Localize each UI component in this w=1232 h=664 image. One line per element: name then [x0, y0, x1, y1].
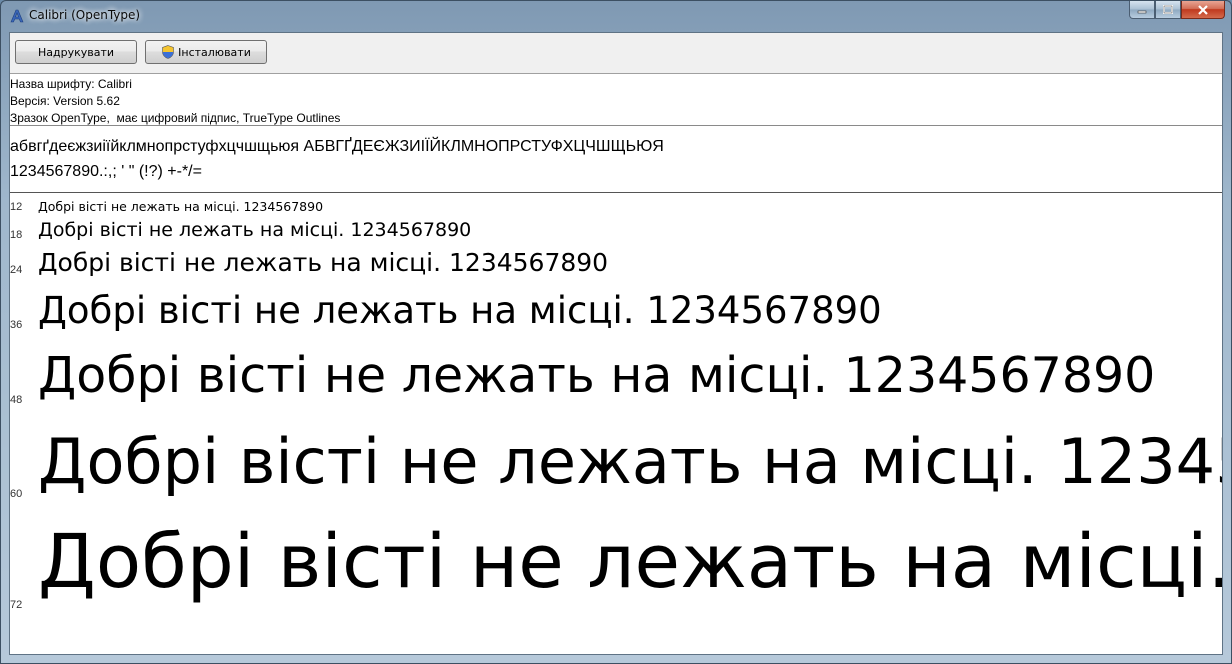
- maximize-icon: [1163, 5, 1173, 14]
- maximize-button[interactable]: [1155, 1, 1181, 19]
- font-type-line: Зразок OpenType, має цифровий підпис, Tr…: [10, 111, 341, 125]
- sample-size-label: 36: [10, 319, 23, 331]
- sample-size-label: 24: [10, 264, 23, 276]
- print-button[interactable]: Надрукувати: [15, 40, 137, 64]
- font-file-icon: [10, 9, 24, 23]
- sample-size-label: 60: [10, 488, 23, 500]
- caption-buttons: [1129, 1, 1225, 21]
- font-version-line: Версія: Version 5.62: [10, 94, 120, 108]
- install-button[interactable]: Інсталювати: [145, 40, 267, 64]
- font-name-line: Назва шрифту: Calibri: [10, 77, 132, 91]
- toolbar: Надрукувати Інсталювати: [10, 33, 1222, 73]
- character-set-section: абвгґдеєжзиіїйклмнопрстуфхцчшщьюя АБВГҐД…: [10, 126, 1222, 193]
- title-bar[interactable]: Calibri (OpenType): [1, 1, 1231, 31]
- charset-digits-symbols: 1234567890.:,; ' " (!?) +-*/=: [10, 163, 202, 180]
- sample-text: Добрі вісті не лежать на місці. 12345678…: [38, 289, 882, 332]
- close-icon: [1198, 4, 1208, 15]
- close-button[interactable]: [1181, 1, 1225, 19]
- window-frame: Calibri (OpenType) Надрукувати Інсталюва…: [0, 0, 1232, 664]
- font-preview-area[interactable]: Назва шрифту: Calibri Версія: Version 5.…: [10, 73, 1222, 654]
- sample-text: Добрі вісті не лежать на місці. 12345678…: [38, 425, 1222, 498]
- minimize-button[interactable]: [1129, 1, 1155, 19]
- sample-text: Добрі вісті не лежать на місці. 12345678…: [38, 347, 1156, 404]
- window-title: Calibri (OpenType): [29, 8, 141, 22]
- minimize-icon: [1137, 10, 1147, 13]
- install-button-label: Інсталювати: [178, 45, 251, 59]
- sample-text: Добрі вісті не лежать на місці. 12345678…: [38, 519, 1222, 605]
- sample-text: Добрі вісті не лежать на місці. 12345678…: [38, 219, 472, 241]
- sample-size-label: 48: [10, 394, 23, 406]
- sample-text: Добрі вісті не лежать на місці. 12345678…: [38, 248, 609, 277]
- sample-size-label: 18: [10, 229, 23, 241]
- font-info-section: Назва шрифту: Calibri Версія: Version 5.…: [10, 74, 1222, 126]
- charset-letters: абвгґдеєжзиіїйклмнопрстуфхцчшщьюя АБВГҐД…: [10, 138, 664, 155]
- sample-size-label: 72: [10, 599, 23, 611]
- font-viewer-client: Надрукувати Інсталювати Назва шрифту: Ca…: [9, 32, 1223, 655]
- uac-shield-icon: [162, 45, 174, 59]
- sample-size-label: 12: [10, 201, 23, 213]
- sample-text: Добрі вісті не лежать на місці. 12345678…: [38, 199, 324, 214]
